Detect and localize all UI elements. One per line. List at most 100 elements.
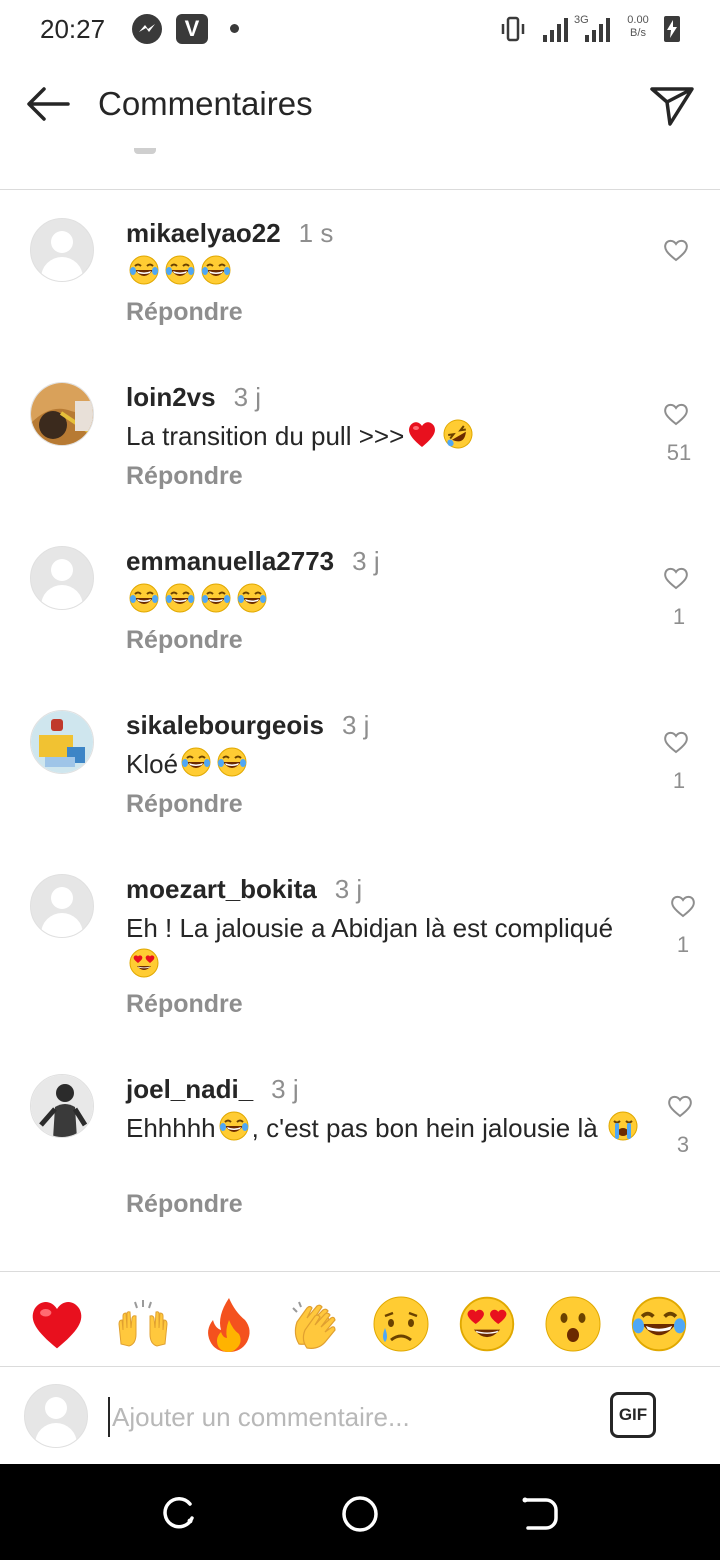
username-text[interactable]: joel_nadi_ bbox=[126, 1074, 253, 1104]
like-count: 1 bbox=[672, 604, 686, 629]
reaction-astonished-face-icon[interactable] bbox=[543, 1294, 603, 1354]
comment-text-before: La transition du pull >>> bbox=[126, 421, 405, 451]
commenter-avatar[interactable] bbox=[30, 382, 94, 446]
joy-emoji-icon bbox=[200, 582, 232, 614]
divider bbox=[0, 189, 720, 190]
like-count: 51 bbox=[666, 440, 692, 465]
like-heart-icon[interactable] bbox=[663, 238, 689, 262]
speed-value: 0.00 bbox=[627, 14, 649, 26]
commenter-avatar[interactable] bbox=[30, 874, 94, 938]
username-text[interactable]: sikalebourgeois bbox=[126, 710, 324, 740]
like-heart-icon[interactable] bbox=[663, 402, 689, 426]
page-title: Commentaires bbox=[98, 85, 313, 122]
comment-username[interactable]: joel_nadi_ 3 j bbox=[126, 1074, 299, 1105]
comment-time: 3 j bbox=[271, 1074, 299, 1104]
like-count: 1 bbox=[676, 932, 690, 957]
messenger-icon bbox=[132, 14, 162, 44]
comment-time: 3 j bbox=[341, 710, 370, 740]
comment-text: Ehhhhh , c'est pas bon hein jalousie là bbox=[126, 1110, 646, 1147]
reply-button[interactable]: Répondre bbox=[126, 990, 243, 1019]
comment-username[interactable]: sikalebourgeois 3 j bbox=[126, 710, 369, 741]
like-heart-icon[interactable] bbox=[663, 566, 689, 590]
reaction-raising-hands-icon[interactable] bbox=[113, 1294, 173, 1354]
joy-emoji-icon bbox=[200, 254, 232, 286]
username-text[interactable]: loin2vs bbox=[126, 382, 216, 412]
comment-text-before: Ehhhhh bbox=[126, 1113, 216, 1143]
comment-username[interactable]: mikaelyao22 1 s bbox=[126, 218, 333, 249]
rofl-emoji-icon bbox=[442, 418, 474, 450]
like-heart-icon[interactable] bbox=[670, 894, 696, 918]
header: Commentaires bbox=[0, 60, 720, 150]
vibrate-icon bbox=[501, 16, 525, 42]
username-text[interactable]: moezart_bokita bbox=[126, 874, 317, 904]
v-app-icon: V bbox=[176, 14, 208, 44]
reaction-heart-eyes-icon[interactable] bbox=[457, 1294, 517, 1354]
battery-charging-icon bbox=[664, 16, 680, 42]
comment-item: joel_nadi_ 3 j Ehhhhh , c'est pas bon hein … bbox=[0, 1074, 720, 1226]
joy-emoji-icon bbox=[216, 746, 248, 778]
heart-eyes-emoji-icon bbox=[128, 947, 160, 979]
like-heart-icon[interactable] bbox=[663, 730, 689, 754]
own-avatar bbox=[24, 1384, 88, 1448]
like-count: 3 bbox=[676, 1132, 690, 1157]
joy-emoji-icon bbox=[218, 1110, 250, 1142]
comment-item: loin2vs 3 j La transition du pull >>> Répon… bbox=[0, 382, 720, 498]
reply-button[interactable]: Répondre bbox=[126, 626, 243, 655]
back-nav-icon[interactable] bbox=[520, 1494, 560, 1534]
commenter-avatar[interactable] bbox=[30, 1074, 94, 1138]
reaction-sad-face-icon[interactable] bbox=[371, 1294, 431, 1354]
comment-text: Kloé bbox=[126, 746, 646, 783]
commenter-avatar[interactable] bbox=[30, 218, 94, 282]
joy-emoji-icon bbox=[236, 582, 268, 614]
send-icon[interactable] bbox=[648, 82, 696, 128]
caption-avatar-peek bbox=[134, 148, 156, 154]
comment-username[interactable]: emmanuella2773 3 j bbox=[126, 546, 380, 577]
reply-button[interactable]: Répondre bbox=[126, 298, 243, 327]
comment-text bbox=[126, 582, 646, 619]
commenter-avatar[interactable] bbox=[30, 546, 94, 610]
sob-emoji-icon bbox=[607, 1110, 639, 1142]
status-bar: 20:27 V 3G 0.00 B/s bbox=[0, 0, 720, 60]
comment-time: 3 j bbox=[352, 546, 380, 576]
home-icon[interactable] bbox=[340, 1494, 380, 1534]
comment-username[interactable]: loin2vs 3 j bbox=[126, 382, 261, 413]
comment-item: moezart_bokita 3 j Eh ! La jalousie a Abid… bbox=[0, 874, 720, 1026]
like-count: 1 bbox=[672, 768, 686, 793]
back-arrow-icon[interactable] bbox=[24, 84, 72, 124]
signal-icon-2 bbox=[585, 18, 610, 42]
joy-emoji-icon bbox=[180, 746, 212, 778]
commenter-avatar[interactable] bbox=[30, 710, 94, 774]
joy-emoji-icon bbox=[164, 254, 196, 286]
comment-text: La transition du pull >>> bbox=[126, 418, 646, 455]
gif-button[interactable]: GIF bbox=[610, 1392, 656, 1438]
reply-button[interactable]: Répondre bbox=[126, 1190, 243, 1219]
comment-username[interactable]: moezart_bokita 3 j bbox=[126, 874, 362, 905]
comment-item: sikalebourgeois 3 j Kloé Répondre 1 bbox=[0, 710, 720, 826]
recent-apps-icon[interactable] bbox=[160, 1494, 200, 1534]
red-heart-emoji-icon bbox=[406, 418, 438, 450]
reaction-joy-icon[interactable] bbox=[629, 1294, 689, 1354]
username-text[interactable]: emmanuella2773 bbox=[126, 546, 334, 576]
joy-emoji-icon bbox=[164, 582, 196, 614]
reply-button[interactable]: Répondre bbox=[126, 790, 243, 819]
joy-emoji-icon bbox=[128, 582, 160, 614]
speed-unit: B/s bbox=[630, 27, 646, 39]
comment-item: emmanuella2773 3 j Répondre 1 bbox=[0, 546, 720, 662]
reaction-fire-icon[interactable] bbox=[199, 1294, 259, 1354]
signal-icon bbox=[543, 18, 568, 42]
comment-time: 3 j bbox=[233, 382, 262, 412]
network-speed: 0.00 B/s bbox=[624, 14, 652, 40]
system-navigation-bar bbox=[0, 1464, 720, 1560]
comment-text-before: Kloé bbox=[126, 749, 179, 779]
quick-reactions-bar bbox=[0, 1271, 720, 1367]
comment-time: 1 s bbox=[298, 218, 334, 248]
reply-button[interactable]: Répondre bbox=[126, 462, 243, 491]
reaction-red-heart-icon[interactable] bbox=[27, 1294, 87, 1354]
reaction-clapping-hands-icon[interactable] bbox=[285, 1294, 345, 1354]
like-heart-icon[interactable] bbox=[667, 1094, 693, 1118]
comment-text-after: , c'est pas bon hein jalousie là bbox=[251, 1113, 605, 1143]
comment-composer: GIF bbox=[0, 1367, 720, 1464]
comment-text-before: Eh ! La jalousie a Abidjan là est compli… bbox=[126, 913, 614, 943]
username-text[interactable]: mikaelyao22 bbox=[126, 218, 281, 248]
comment-input[interactable] bbox=[108, 1397, 588, 1437]
